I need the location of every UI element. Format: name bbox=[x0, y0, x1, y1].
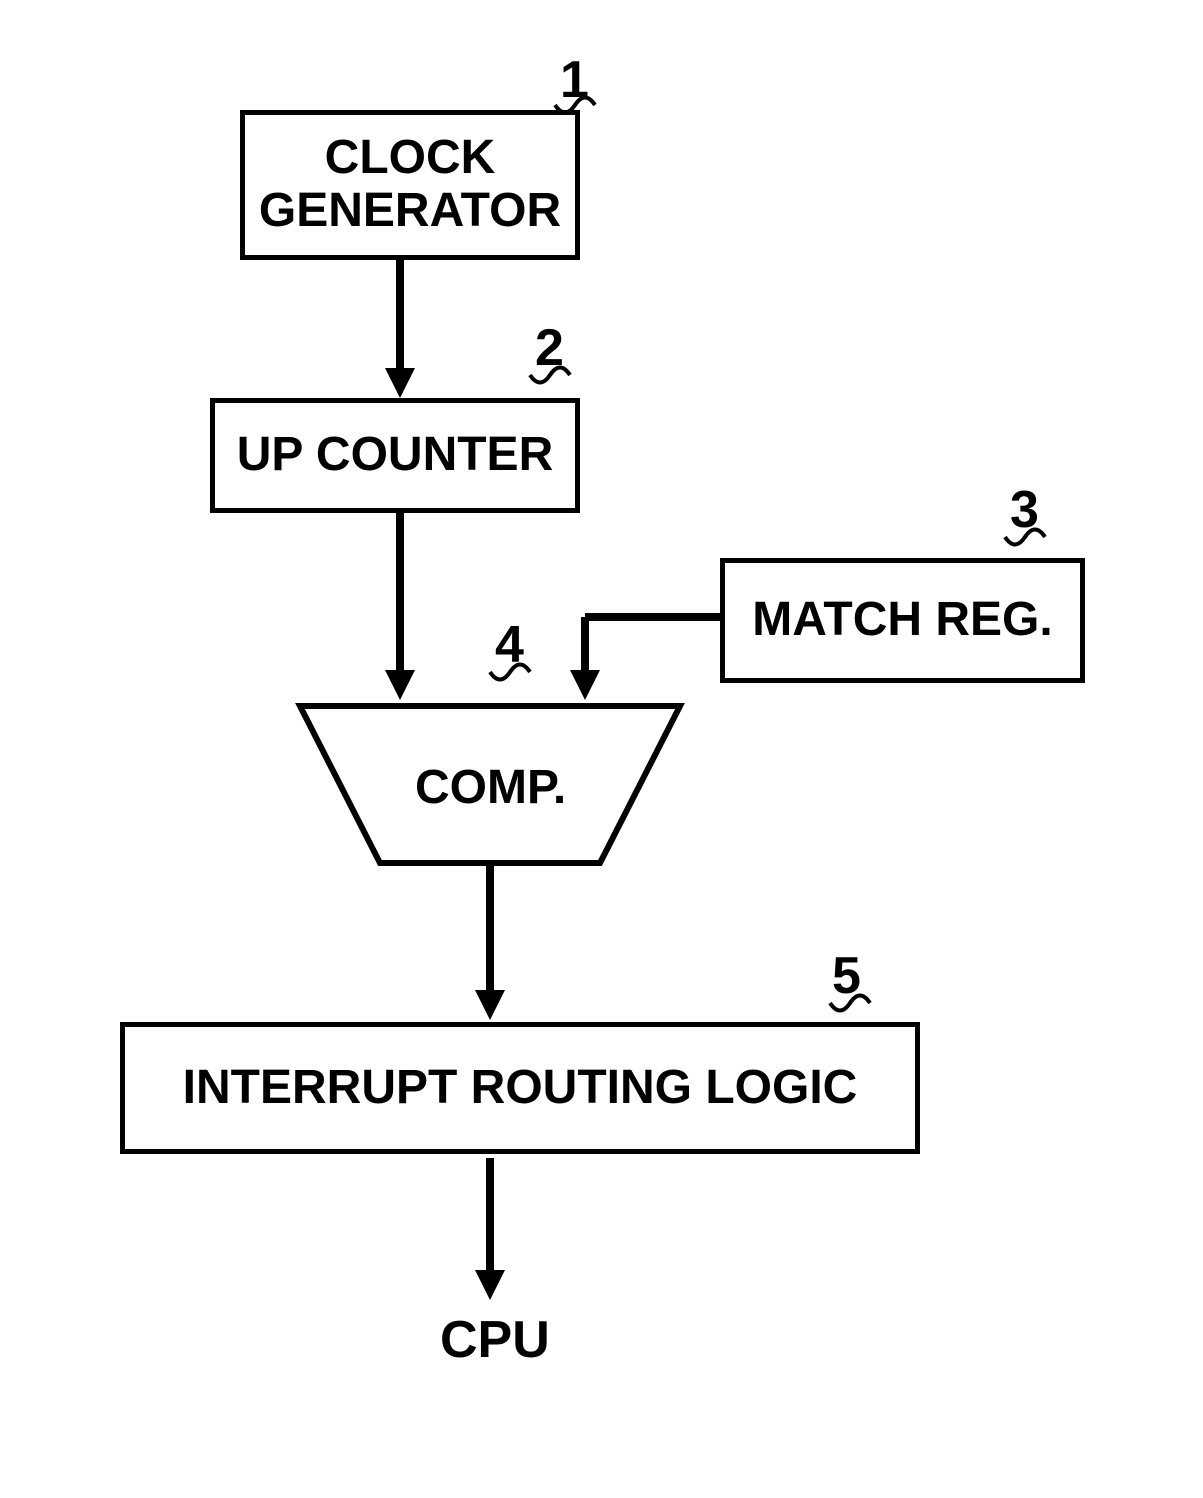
interrupt-routing-block: INTERRUPT ROUTING LOGIC bbox=[120, 1022, 920, 1154]
clock-generator-block: CLOCK GENERATOR bbox=[240, 110, 580, 260]
comparator-block: COMP. bbox=[415, 760, 566, 815]
label-4: 4 bbox=[495, 615, 524, 675]
up-counter-block: UP COUNTER bbox=[210, 398, 580, 513]
label-2: 2 bbox=[535, 318, 564, 378]
match-reg-block: MATCH REG. bbox=[720, 558, 1085, 683]
label-3: 3 bbox=[1010, 480, 1039, 540]
cpu-label: CPU bbox=[440, 1310, 550, 1370]
label-5: 5 bbox=[832, 946, 861, 1006]
label-1: 1 bbox=[560, 50, 589, 110]
